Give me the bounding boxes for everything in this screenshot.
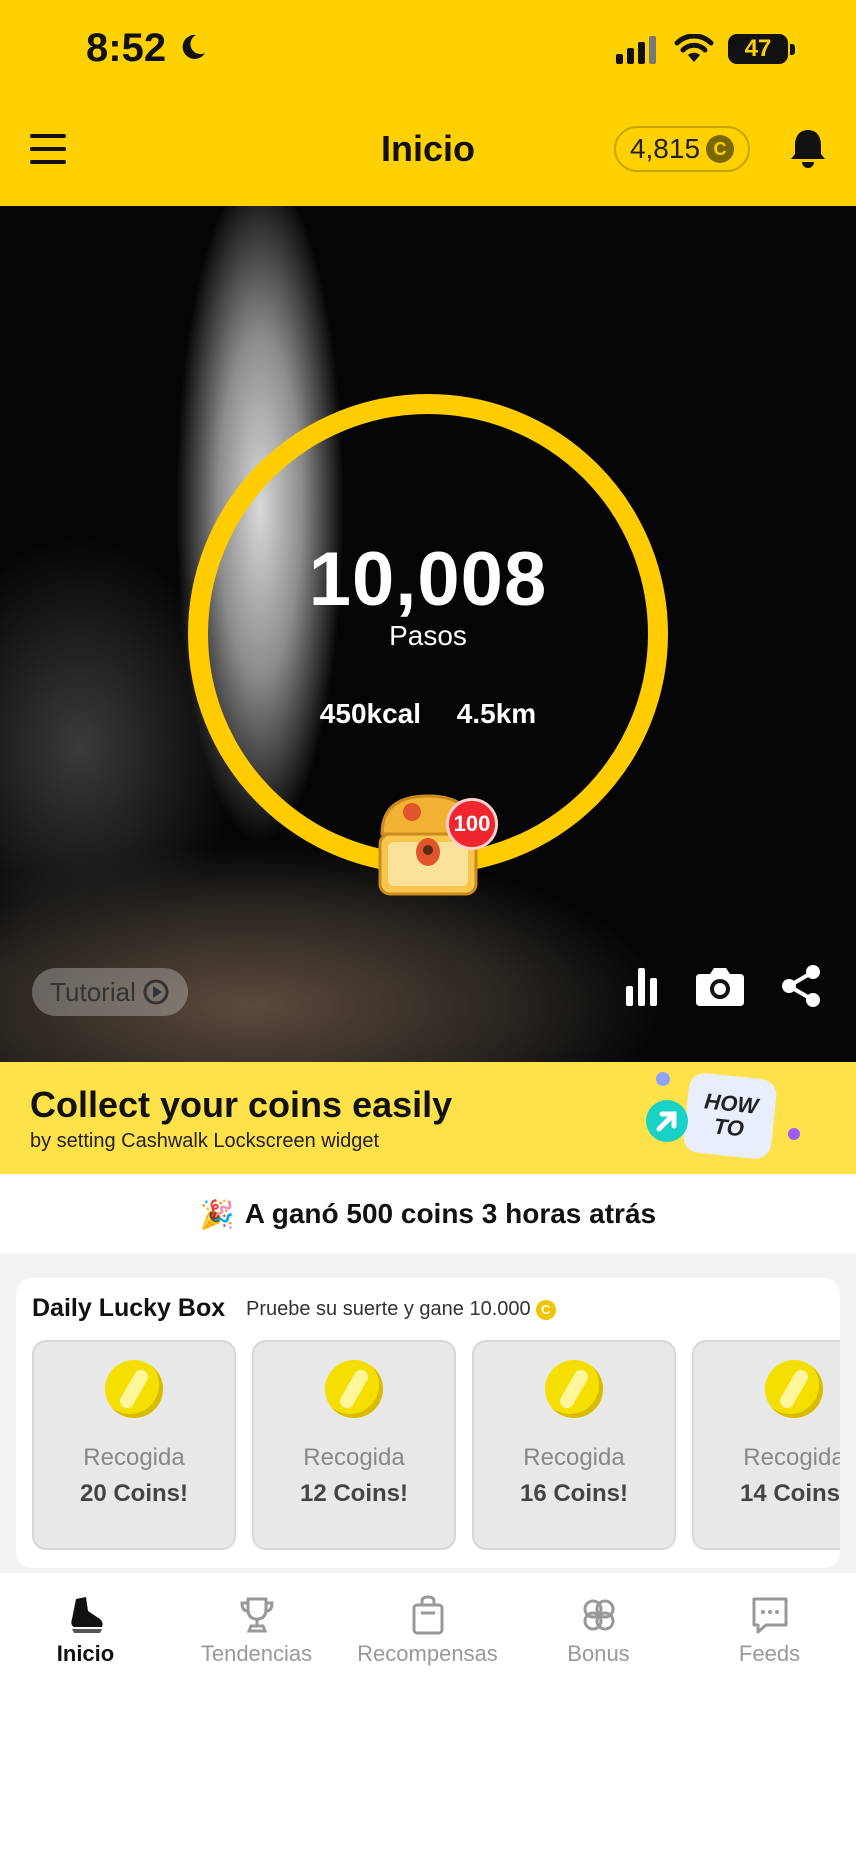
battery-tip xyxy=(790,44,795,55)
distance-value: 4.5km xyxy=(456,698,537,729)
tutorial-label: Tutorial xyxy=(50,976,136,1007)
coin-balance: 4,815 xyxy=(629,133,701,164)
step-count-label: Pasos xyxy=(389,620,467,651)
decor-dot xyxy=(656,1072,670,1086)
battery-indicator: 47 xyxy=(728,34,788,64)
lucky-box-status: Recogida xyxy=(523,1444,625,1471)
banner-title: Collect your coins easily xyxy=(30,1084,453,1125)
moon-icon xyxy=(182,34,205,59)
lockscreen-widget-banner[interactable]: Collect your coins easily by setting Cas… xyxy=(0,1062,856,1174)
play-circle-icon xyxy=(143,979,169,1005)
coin-icon: C xyxy=(706,135,735,163)
daily-lucky-box-card: Daily Lucky Box Pruebe su suerte y gane … xyxy=(16,1278,840,1568)
status-time: 8:52 xyxy=(86,26,167,70)
lucky-box-value: 20 Coins! xyxy=(79,1480,189,1507)
earned-notice: 🎉 A ganó 500 coins 3 horas atrás xyxy=(0,1174,856,1254)
camera-icon[interactable] xyxy=(694,964,746,1008)
tab-label: Recompensas xyxy=(357,1641,498,1666)
lucky-box[interactable]: Recogida 16 Coins! xyxy=(472,1340,676,1550)
trophy-icon xyxy=(239,1597,274,1633)
tab-inicio[interactable]: Inicio xyxy=(0,1595,171,1667)
tab-label: Inicio xyxy=(56,1641,115,1666)
tutorial-button[interactable]: Tutorial xyxy=(32,968,188,1016)
lucky-box-list[interactable]: Recogida 20 Coins! Recogida 12 Coins! Re… xyxy=(32,1340,840,1550)
lucky-box-title: Daily Lucky Box xyxy=(32,1294,226,1322)
lucky-box-value: 12 Coins! xyxy=(299,1480,409,1507)
bell-icon[interactable] xyxy=(786,126,830,170)
banner-subtitle: by setting Cashwalk Lockscreen widget xyxy=(30,1130,380,1152)
gold-coin-icon xyxy=(545,1360,603,1418)
lucky-box-subtitle: Pruebe su suerte y gane 10.000 xyxy=(246,1298,531,1320)
lucky-box-status: Recogida xyxy=(83,1444,185,1471)
arrow-icon xyxy=(646,1100,688,1142)
bottom-navigation: Inicio Tendencias Recompensas Bonus Feed… xyxy=(0,1572,856,1693)
stats-chart-icon[interactable] xyxy=(622,964,662,1008)
lucky-box-value: 14 Coins! xyxy=(739,1480,840,1507)
lucky-box[interactable]: Recogida 20 Coins! xyxy=(32,1340,236,1550)
tab-feeds[interactable]: Feeds xyxy=(684,1595,855,1667)
lucky-box-status: Recogida xyxy=(303,1444,405,1471)
gold-coin-icon xyxy=(105,1360,163,1418)
share-icon[interactable] xyxy=(780,964,822,1008)
sneaker-icon xyxy=(70,1597,103,1633)
tab-recompensas[interactable]: Recompensas xyxy=(342,1595,513,1667)
lucky-box-value: 16 Coins! xyxy=(519,1480,629,1507)
step-count: 10,008 xyxy=(308,537,548,622)
tab-tendencias[interactable]: Tendencias xyxy=(171,1595,342,1667)
chat-bubble-icon xyxy=(752,1597,787,1634)
shopping-bag-icon xyxy=(412,1595,443,1635)
activity-stats: 450kcal 4.5km xyxy=(0,698,856,730)
clover-icon xyxy=(583,1599,614,1631)
decor-dot xyxy=(788,1128,800,1140)
tab-label: Tendencias xyxy=(200,1641,313,1666)
lucky-box[interactable]: Recogida 12 Coins! xyxy=(252,1340,456,1550)
lucky-box[interactable]: Recogida 14 Coins! xyxy=(692,1340,840,1550)
how-to-badge[interactable]: HOW TO xyxy=(682,1071,778,1161)
party-popper-icon: 🎉 xyxy=(199,1198,235,1230)
lucky-box-status: Recogida xyxy=(743,1444,840,1471)
gold-coin-icon xyxy=(765,1360,823,1418)
wifi-icon xyxy=(674,34,714,62)
tab-bonus[interactable]: Bonus xyxy=(513,1595,684,1667)
earned-text: A ganó 500 coins 3 horas atrás xyxy=(244,1198,657,1229)
coin-icon: C xyxy=(535,1299,556,1320)
chest-count-badge: 100 xyxy=(446,798,498,850)
top-bar: 8:52 47 Inicio 4,815 C xyxy=(0,0,856,206)
coin-balance-button[interactable]: 4,815 C xyxy=(614,126,750,172)
tab-label: Bonus xyxy=(567,1641,630,1666)
tab-label: Feeds xyxy=(738,1641,801,1666)
cellular-signal-icon xyxy=(616,36,656,64)
lucky-box-subtitle-row: Pruebe su suerte y gane 10.000 C xyxy=(246,1298,556,1321)
step-counter-hero: 10,008 Pasos 450kcal 4.5km 100 Tutorial xyxy=(0,206,856,1062)
gold-coin-icon xyxy=(325,1360,383,1418)
calories-value: 450kcal xyxy=(319,698,422,729)
